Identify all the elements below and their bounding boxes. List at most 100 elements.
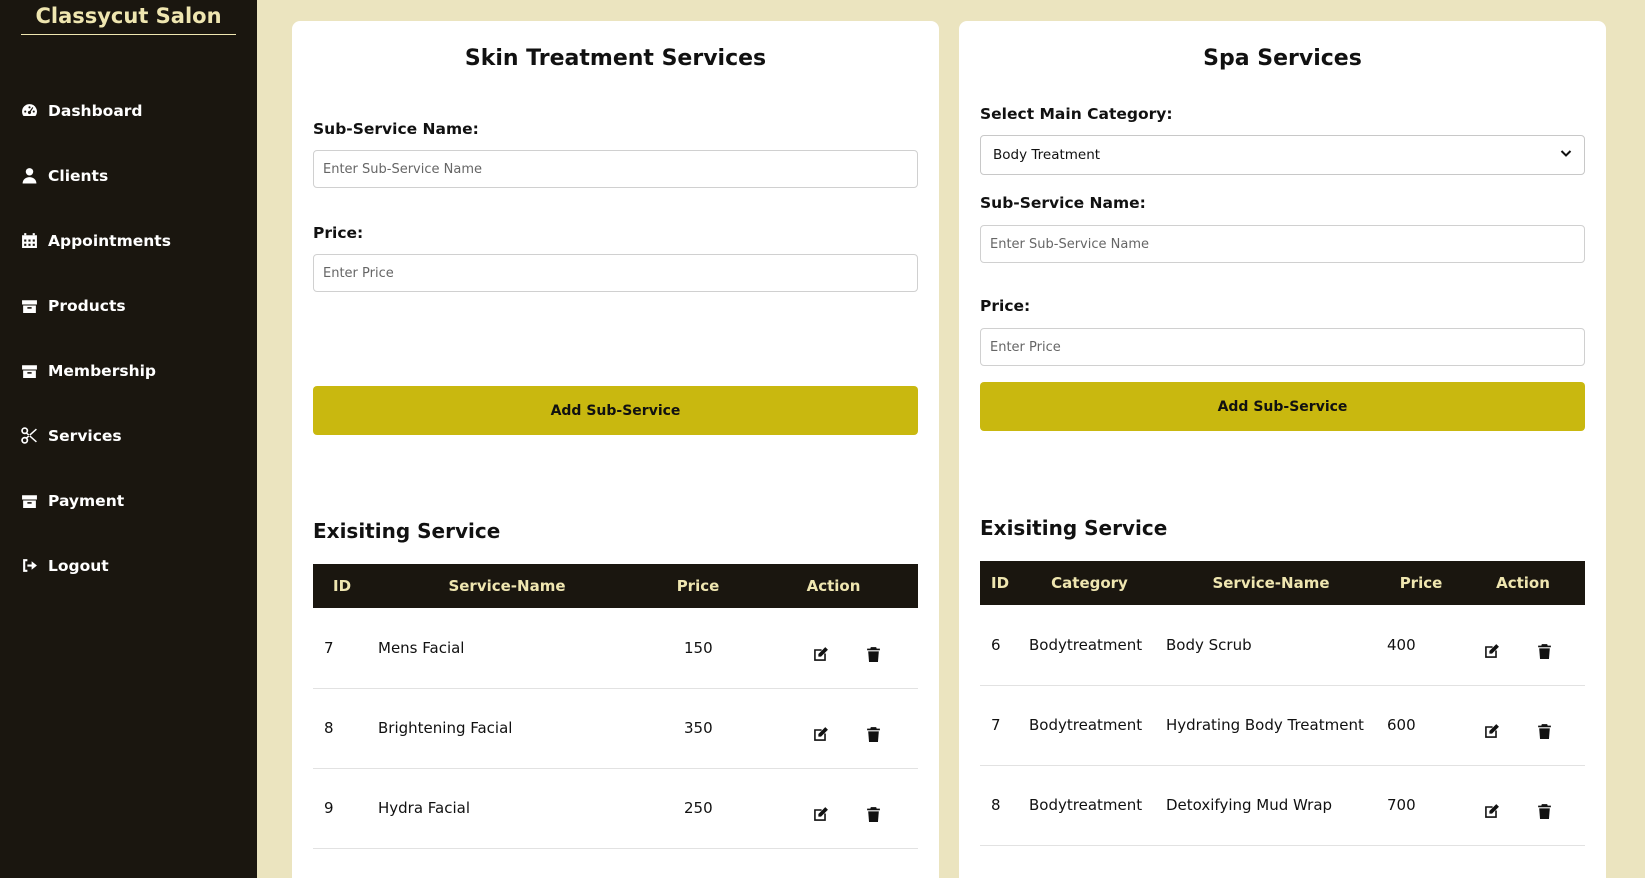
table-header: ID Service-Name Price Action bbox=[313, 564, 918, 608]
cell-actions bbox=[749, 688, 918, 769]
existing-service-title: Exisiting Service bbox=[313, 519, 501, 543]
cell-service-name: Body Scrub bbox=[1161, 605, 1381, 686]
sidebar-item-label: Dashboard bbox=[48, 101, 143, 120]
spa-services-table: ID Category Service-Name Price Action 6 … bbox=[980, 561, 1585, 846]
sidebar-item-logout[interactable]: Logout bbox=[20, 533, 171, 598]
edit-icon[interactable] bbox=[809, 803, 831, 825]
cell-id: 7 bbox=[313, 608, 367, 689]
logout-icon bbox=[20, 557, 38, 575]
calendar-icon bbox=[20, 232, 38, 250]
column-header: Service-Name bbox=[1212, 574, 1330, 592]
cell-price: 350 bbox=[647, 688, 749, 769]
cell-service-name: Hydra Facial bbox=[367, 768, 647, 849]
table-row: 7 Mens Facial 150 bbox=[313, 608, 918, 689]
cell-id: 8 bbox=[980, 765, 1018, 846]
cell-id: 7 bbox=[980, 685, 1018, 766]
sub-service-label: Sub-Service Name: bbox=[313, 120, 479, 138]
price-label: Price: bbox=[313, 224, 364, 242]
cell-price: 600 bbox=[1381, 685, 1461, 766]
sidebar-item-clients[interactable]: Clients bbox=[20, 143, 171, 208]
cell-category: Bodytreatment bbox=[1018, 605, 1161, 686]
sidebar-item-label: Services bbox=[48, 426, 122, 445]
cell-category: Bodytreatment bbox=[1018, 765, 1161, 846]
column-header: ID bbox=[991, 574, 1010, 592]
column-header: Category bbox=[1051, 574, 1128, 592]
trash-icon[interactable] bbox=[1534, 800, 1556, 822]
cell-service-name: Mens Facial bbox=[367, 608, 647, 689]
table-row: 8 Bodytreatment Detoxifying Mud Wrap 700 bbox=[980, 765, 1585, 846]
price-input[interactable] bbox=[980, 328, 1585, 366]
column-header: ID bbox=[333, 577, 352, 595]
edit-icon[interactable] bbox=[809, 643, 831, 665]
sidebar-item-services[interactable]: Services bbox=[20, 403, 171, 468]
chevron-down-icon bbox=[1560, 147, 1572, 163]
trash-icon[interactable] bbox=[863, 723, 885, 745]
sidebar: Classycut Salon Dashboard Clients Appoin… bbox=[0, 0, 257, 878]
sidebar-item-membership[interactable]: Membership bbox=[20, 338, 171, 403]
sidebar-item-payment[interactable]: Payment bbox=[20, 468, 171, 533]
cell-actions bbox=[1461, 685, 1585, 766]
edit-icon[interactable] bbox=[1480, 800, 1502, 822]
price-input[interactable] bbox=[313, 254, 918, 292]
sub-service-label: Sub-Service Name: bbox=[980, 194, 1146, 212]
table-row: 9 Hydra Facial 250 bbox=[313, 768, 918, 849]
add-sub-service-button[interactable]: Add Sub-Service bbox=[980, 382, 1585, 431]
price-label: Price: bbox=[980, 297, 1031, 315]
cell-actions bbox=[749, 768, 918, 849]
table-row: 8 Brightening Facial 350 bbox=[313, 688, 918, 769]
main-category-select[interactable]: Body Treatment bbox=[980, 135, 1585, 175]
cell-actions bbox=[749, 608, 918, 689]
card-title: Spa Services bbox=[1203, 46, 1362, 71]
cell-id: 8 bbox=[313, 688, 367, 769]
cell-id: 6 bbox=[980, 605, 1018, 686]
trash-icon[interactable] bbox=[1534, 640, 1556, 662]
column-header: Action bbox=[806, 577, 861, 595]
sidebar-item-label: Membership bbox=[48, 361, 157, 380]
category-label: Select Main Category: bbox=[980, 105, 1173, 123]
sidebar-item-appointments[interactable]: Appointments bbox=[20, 208, 171, 273]
gauge-icon bbox=[20, 102, 38, 120]
cell-actions bbox=[1461, 605, 1585, 686]
scissors-icon bbox=[20, 427, 38, 445]
sub-service-input[interactable] bbox=[980, 225, 1585, 263]
add-sub-service-button[interactable]: Add Sub-Service bbox=[313, 386, 918, 435]
skin-treatment-card: Skin Treatment Services Sub-Service Name… bbox=[292, 21, 939, 878]
cell-price: 250 bbox=[647, 768, 749, 849]
trash-icon[interactable] bbox=[863, 643, 885, 665]
box-icon bbox=[20, 297, 38, 315]
sidebar-item-label: Appointments bbox=[48, 231, 171, 250]
edit-icon[interactable] bbox=[809, 723, 831, 745]
trash-icon[interactable] bbox=[863, 803, 885, 825]
user-icon bbox=[20, 167, 38, 185]
sidebar-item-label: Payment bbox=[48, 491, 125, 510]
box-icon bbox=[20, 492, 38, 510]
brand-title: Classycut Salon bbox=[21, 4, 236, 35]
sidebar-item-label: Logout bbox=[48, 556, 109, 575]
cell-service-name: Detoxifying Mud Wrap bbox=[1161, 765, 1381, 846]
existing-service-title: Exisiting Service bbox=[980, 516, 1168, 540]
sidebar-nav: Dashboard Clients Appointments Products … bbox=[20, 78, 171, 598]
edit-icon[interactable] bbox=[1480, 720, 1502, 742]
sidebar-item-label: Products bbox=[48, 296, 126, 315]
selected-category: Body Treatment bbox=[993, 147, 1101, 163]
cell-category: Bodytreatment bbox=[1018, 685, 1161, 766]
sidebar-item-label: Clients bbox=[48, 166, 109, 185]
table-row: 7 Bodytreatment Hydrating Body Treatment… bbox=[980, 685, 1585, 766]
card-title: Skin Treatment Services bbox=[464, 46, 767, 71]
column-header: Price bbox=[676, 577, 720, 595]
edit-icon[interactable] bbox=[1480, 640, 1502, 662]
sidebar-item-dashboard[interactable]: Dashboard bbox=[20, 78, 171, 143]
cell-price: 400 bbox=[1381, 605, 1461, 686]
column-header: Action bbox=[1496, 574, 1550, 592]
box-icon bbox=[20, 362, 38, 380]
cell-id: 9 bbox=[313, 768, 367, 849]
cell-service-name: Hydrating Body Treatment bbox=[1161, 685, 1381, 766]
column-header: Service-Name bbox=[448, 577, 566, 595]
column-header: Price bbox=[1399, 574, 1443, 592]
cell-price: 700 bbox=[1381, 765, 1461, 846]
sidebar-item-products[interactable]: Products bbox=[20, 273, 171, 338]
cell-service-name: Brightening Facial bbox=[367, 688, 647, 769]
trash-icon[interactable] bbox=[1534, 720, 1556, 742]
sub-service-input[interactable] bbox=[313, 150, 918, 188]
table-row: 6 Bodytreatment Body Scrub 400 bbox=[980, 605, 1585, 686]
